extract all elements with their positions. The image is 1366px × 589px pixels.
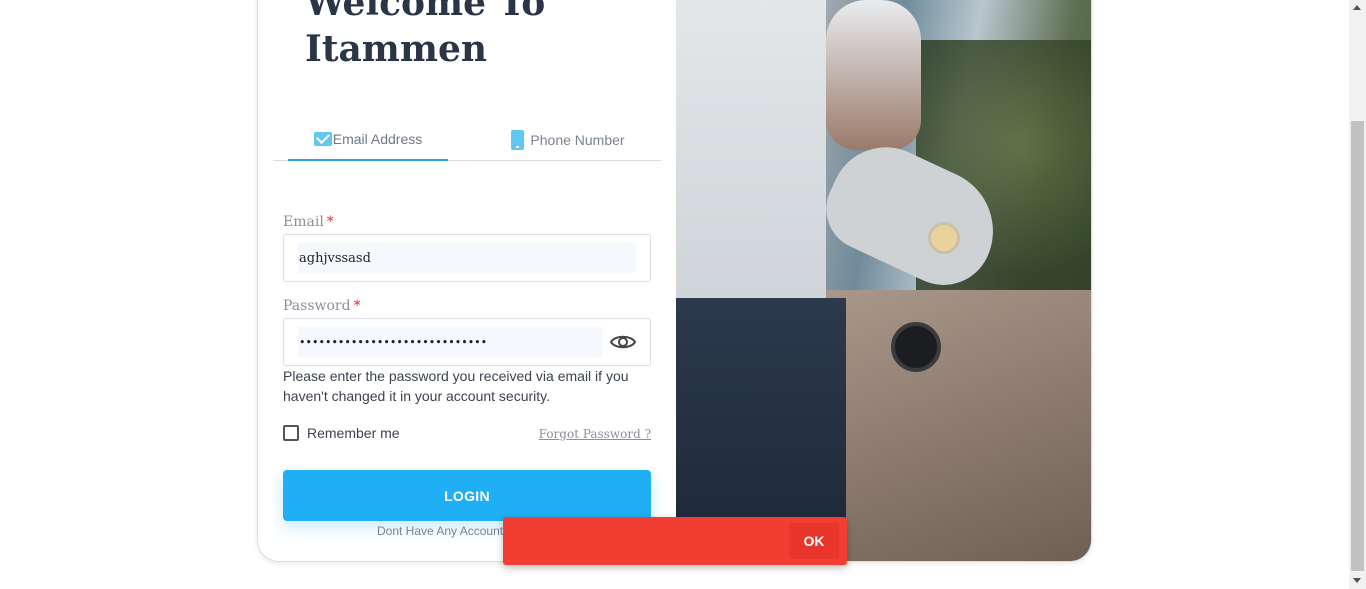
arrow-up-icon [1353, 5, 1361, 10]
tab-phone-label: Phone Number [530, 131, 625, 148]
remember-label: Remember me [307, 425, 400, 441]
required-mark: * [353, 298, 361, 314]
arrow-down-icon [1353, 578, 1361, 583]
signup-prompt[interactable]: Dont Have Any Account [377, 524, 503, 538]
photo-stethoscope [891, 322, 941, 372]
scroll-up-button[interactable] [1349, 0, 1366, 17]
email-field[interactable]: aghjvssasd [283, 234, 651, 282]
photo-mask-valve [928, 222, 960, 254]
login-method-tabs: Email Address Phone Number [273, 118, 661, 161]
password-field[interactable]: ••••••••••••••••••••••••••••• [283, 318, 651, 366]
login-card: Welcome To Itammen Email Address Phone N… [257, 0, 1092, 562]
page-title: Welcome To Itammen [305, 0, 546, 70]
remember-checkbox[interactable] [283, 425, 299, 441]
email-input[interactable]: aghjvssasd [298, 243, 636, 273]
password-label: Password * [283, 298, 361, 314]
email-label-text: Email [283, 214, 324, 230]
login-button[interactable]: LOGIN [283, 470, 651, 521]
eye-icon[interactable] [610, 332, 636, 352]
photo-hand [826, 0, 921, 150]
page-scrollbar[interactable] [1349, 0, 1366, 589]
login-form-pane: Welcome To Itammen Email Address Phone N… [258, 0, 676, 561]
mail-icon [313, 131, 332, 146]
forgot-password-link[interactable]: Forgot Password ? [539, 427, 651, 441]
error-snackbar: OK [503, 517, 847, 565]
tab-email-address[interactable]: Email Address [288, 118, 448, 161]
scroll-thumb[interactable] [1351, 121, 1364, 571]
photo-coat [676, 0, 826, 300]
tab-phone-number[interactable]: Phone Number [488, 118, 648, 161]
password-hint: Please enter the password you received v… [283, 368, 629, 404]
scroll-down-button[interactable] [1349, 572, 1366, 589]
phone-icon [511, 129, 525, 150]
email-label: Email * [283, 214, 334, 230]
tab-email-label: Email Address [332, 130, 423, 147]
required-mark: * [326, 214, 334, 230]
remember-me[interactable]: Remember me [283, 425, 400, 441]
photo-path [826, 290, 1091, 561]
password-label-text: Password [283, 298, 351, 314]
snackbar-ok-button[interactable]: OK [789, 523, 839, 559]
hero-photo [676, 0, 1091, 561]
password-input[interactable]: ••••••••••••••••••••••••••••• [298, 327, 602, 357]
